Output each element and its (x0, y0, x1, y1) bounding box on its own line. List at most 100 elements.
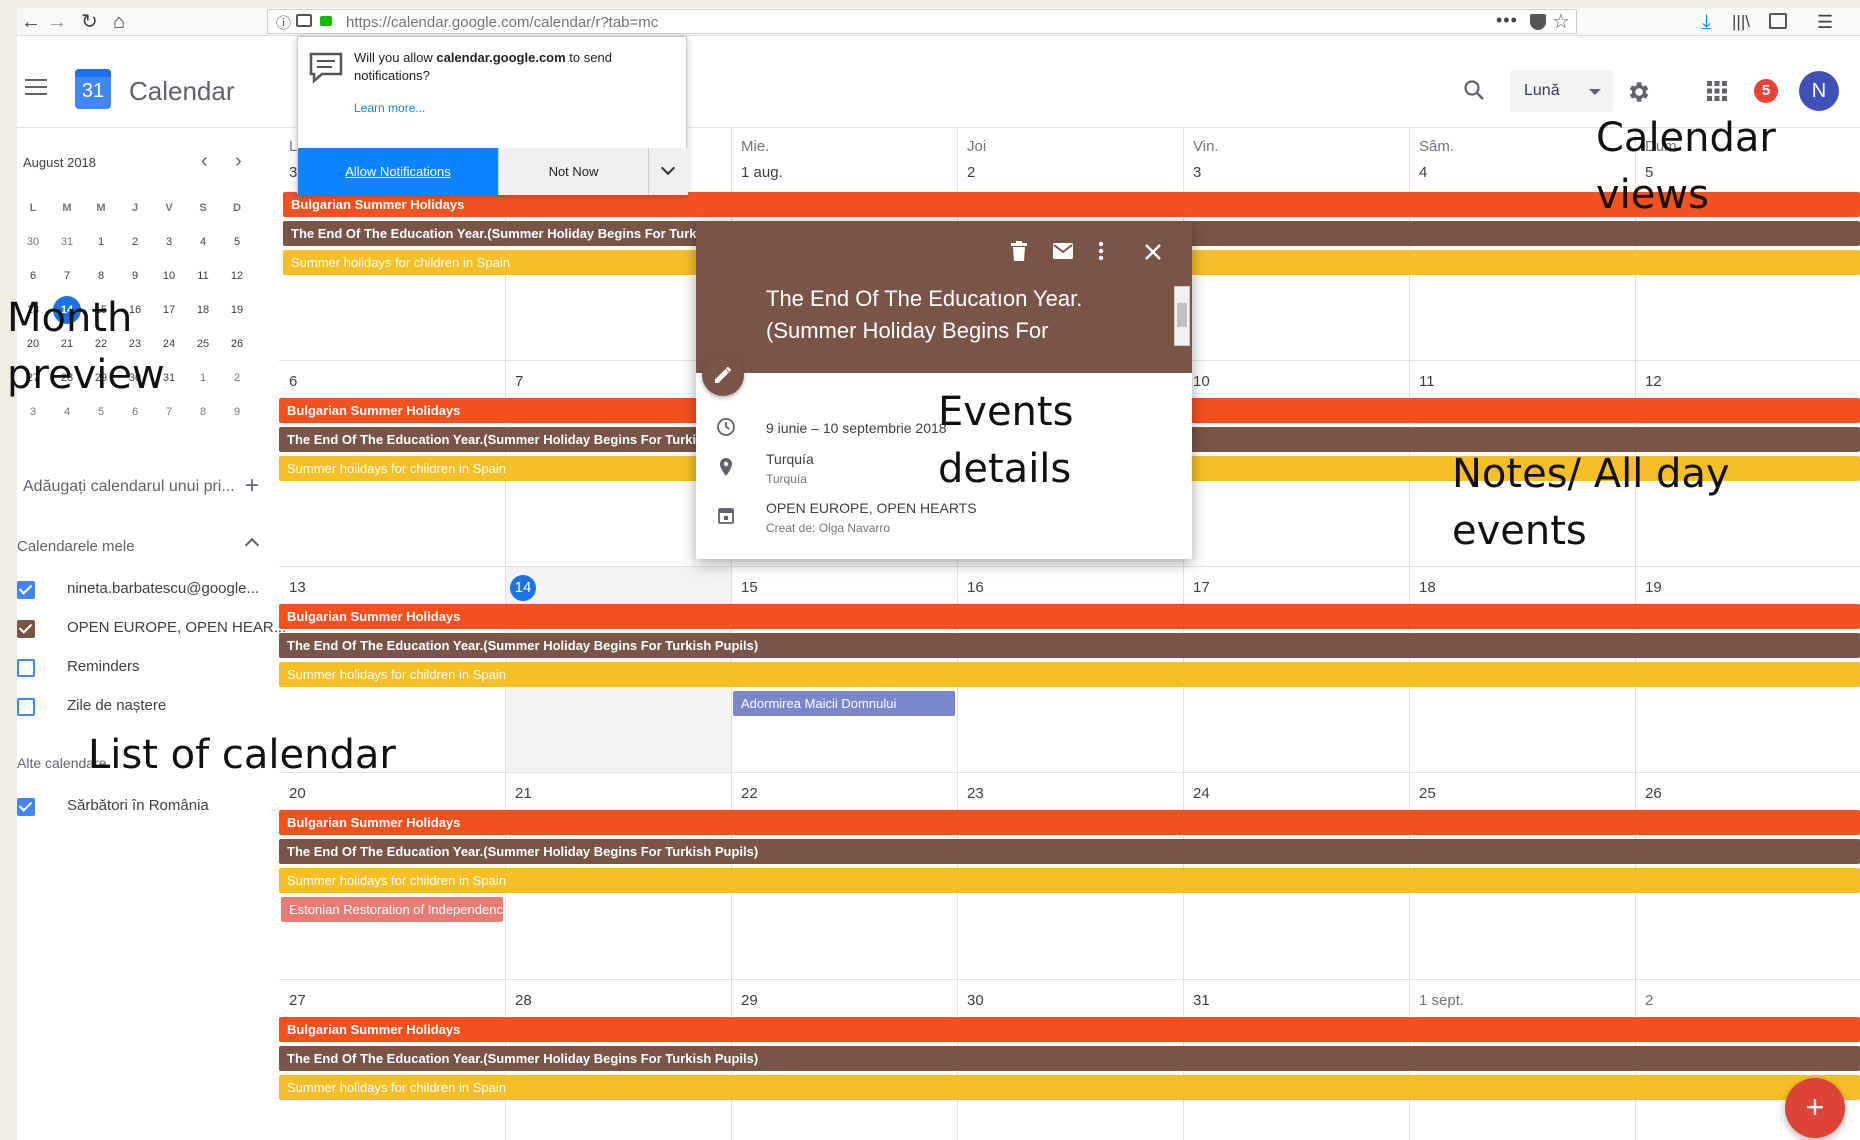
day-header-date[interactable]: 3 (1193, 164, 1201, 181)
all-day-event[interactable]: The End Of The Education Year.(Summer Ho… (279, 839, 1860, 864)
calendar-list-item[interactable]: Zile de naștere (17, 694, 267, 724)
allow-notifications-button[interactable]: Allow Notifications (298, 148, 498, 195)
delete-icon[interactable] (1010, 241, 1028, 261)
calendar-checkbox[interactable] (17, 798, 35, 816)
day-number[interactable]: 21 (515, 785, 532, 802)
day-number[interactable]: 14 (510, 575, 536, 601)
mini-day[interactable]: 5 (223, 228, 251, 256)
pocket-icon[interactable] (1530, 14, 1546, 30)
scrollbar-thumb[interactable] (1177, 303, 1187, 327)
not-now-button[interactable]: Not Now (498, 148, 648, 195)
all-day-event[interactable]: Summer holidays for children in Spain (279, 1075, 1860, 1100)
day-number[interactable]: 22 (741, 785, 758, 802)
day-number[interactable]: 29 (741, 992, 758, 1009)
learn-more-link[interactable]: Learn more... (354, 101, 425, 115)
menu-icon[interactable]: ☰ (1817, 10, 1833, 34)
day-number[interactable]: 7 (515, 373, 523, 390)
mini-day[interactable]: 30 (19, 228, 47, 256)
single-event[interactable]: Estonian Restoration of Independence (281, 897, 503, 922)
avatar[interactable]: N (1799, 71, 1839, 111)
sidebar-toggle-icon[interactable] (1769, 13, 1787, 29)
edit-event-button[interactable] (702, 354, 744, 396)
mini-day[interactable]: 19 (223, 296, 251, 324)
mini-day[interactable]: 31 (53, 228, 81, 256)
mini-day[interactable]: 8 (87, 262, 115, 290)
calendar-list-item[interactable]: OPEN EUROPE, OPEN HEAR... (17, 616, 286, 646)
my-calendars-title[interactable]: Calendarele mele (17, 538, 135, 555)
search-icon[interactable] (1462, 78, 1486, 102)
mini-day[interactable]: 7 (53, 262, 81, 290)
mini-day[interactable]: 9 (223, 398, 251, 426)
day-number[interactable]: 30 (967, 992, 984, 1009)
day-number[interactable]: 1 sept. (1419, 992, 1464, 1009)
calendar-list-item[interactable]: Reminders (17, 655, 267, 685)
mini-day[interactable]: 9 (121, 262, 149, 290)
view-dropdown[interactable]: Lună (1510, 70, 1613, 112)
mini-day[interactable]: 1 (87, 228, 115, 256)
add-calendar-input[interactable]: Adăugați calendarul unui pri... (23, 478, 235, 496)
day-number[interactable]: 25 (1419, 785, 1436, 802)
close-icon[interactable] (1145, 244, 1161, 260)
day-number[interactable]: 12 (1645, 373, 1662, 390)
mini-day[interactable]: 6 (19, 262, 47, 290)
card-scrollbar[interactable] (1174, 286, 1190, 346)
collapse-chevron-icon[interactable] (244, 537, 260, 553)
reload-icon[interactable]: ↻ (81, 10, 98, 34)
address-bar[interactable]: ⓘ https://calendar.google.com/calendar/r… (267, 9, 1577, 34)
main-menu-icon[interactable] (25, 79, 47, 95)
mini-day[interactable]: 2 (121, 228, 149, 256)
more-options-chevron[interactable] (648, 148, 688, 195)
day-header-date[interactable]: 2 (967, 164, 975, 181)
day-number[interactable]: 28 (515, 992, 532, 1009)
calendar-checkbox[interactable] (17, 698, 35, 716)
day-number[interactable]: 24 (1193, 785, 1210, 802)
day-number[interactable]: 15 (741, 579, 758, 596)
mini-day[interactable]: 3 (155, 228, 183, 256)
email-icon[interactable] (1053, 243, 1073, 259)
day-number[interactable]: 18 (1419, 579, 1436, 596)
mini-day[interactable]: 26 (223, 330, 251, 358)
day-header-date[interactable]: 1 aug. (741, 164, 783, 181)
bookmark-star-icon[interactable]: ☆ (1552, 9, 1570, 34)
day-number[interactable]: 27 (289, 992, 306, 1009)
create-event-button[interactable]: + (1785, 1078, 1845, 1138)
day-header-date[interactable]: 4 (1419, 164, 1427, 181)
mini-next-month-icon[interactable]: › (235, 150, 242, 173)
day-number[interactable]: 11 (1419, 373, 1435, 390)
settings-gear-icon[interactable] (1625, 79, 1651, 105)
forward-icon[interactable]: → (47, 10, 67, 34)
mini-day[interactable]: 10 (155, 262, 183, 290)
single-event[interactable]: Adormirea Maicii Domnului (733, 691, 955, 716)
calendar-list-item[interactable]: Sărbători în România (17, 794, 267, 824)
download-icon[interactable]: ⤓ (1702, 10, 1711, 34)
day-number[interactable]: 13 (289, 579, 306, 596)
notification-badge[interactable]: 5 (1754, 79, 1778, 103)
day-number[interactable]: 26 (1645, 785, 1662, 802)
url-text[interactable]: https://calendar.google.com/calendar/r?t… (346, 14, 658, 31)
notification-permission-icon[interactable] (296, 14, 312, 27)
day-number[interactable]: 20 (289, 785, 306, 802)
add-calendar-plus-icon[interactable]: + (245, 472, 259, 500)
all-day-event[interactable]: The End Of The Education Year.(Summer Ho… (279, 1046, 1860, 1071)
calendar-checkbox[interactable] (17, 620, 35, 638)
mini-day[interactable]: 11 (189, 262, 217, 290)
day-number[interactable]: 19 (1645, 579, 1662, 596)
day-number[interactable]: 23 (967, 785, 984, 802)
more-vert-icon[interactable] (1098, 241, 1104, 261)
day-number[interactable]: 17 (1193, 579, 1210, 596)
calendar-list-item[interactable]: nineta.barbatescu@google... (17, 577, 267, 607)
mini-day[interactable]: 12 (223, 262, 251, 290)
day-number[interactable]: 2 (1645, 992, 1653, 1009)
mini-day[interactable]: 2 (223, 364, 251, 392)
day-number[interactable]: 10 (1193, 373, 1210, 390)
calendar-checkbox[interactable] (17, 659, 35, 677)
mini-prev-month-icon[interactable]: ‹ (201, 150, 208, 173)
day-number[interactable]: 6 (289, 373, 297, 390)
all-day-event[interactable]: Summer holidays for children in Spain (279, 868, 1860, 893)
day-number[interactable]: 16 (967, 579, 984, 596)
home-icon[interactable]: ⌂ (113, 10, 125, 34)
all-day-event[interactable]: Bulgarian Summer Holidays (279, 604, 1860, 629)
back-icon[interactable]: ← (21, 10, 41, 34)
apps-grid-icon[interactable] (1707, 81, 1727, 101)
info-icon[interactable]: ⓘ (276, 12, 291, 33)
